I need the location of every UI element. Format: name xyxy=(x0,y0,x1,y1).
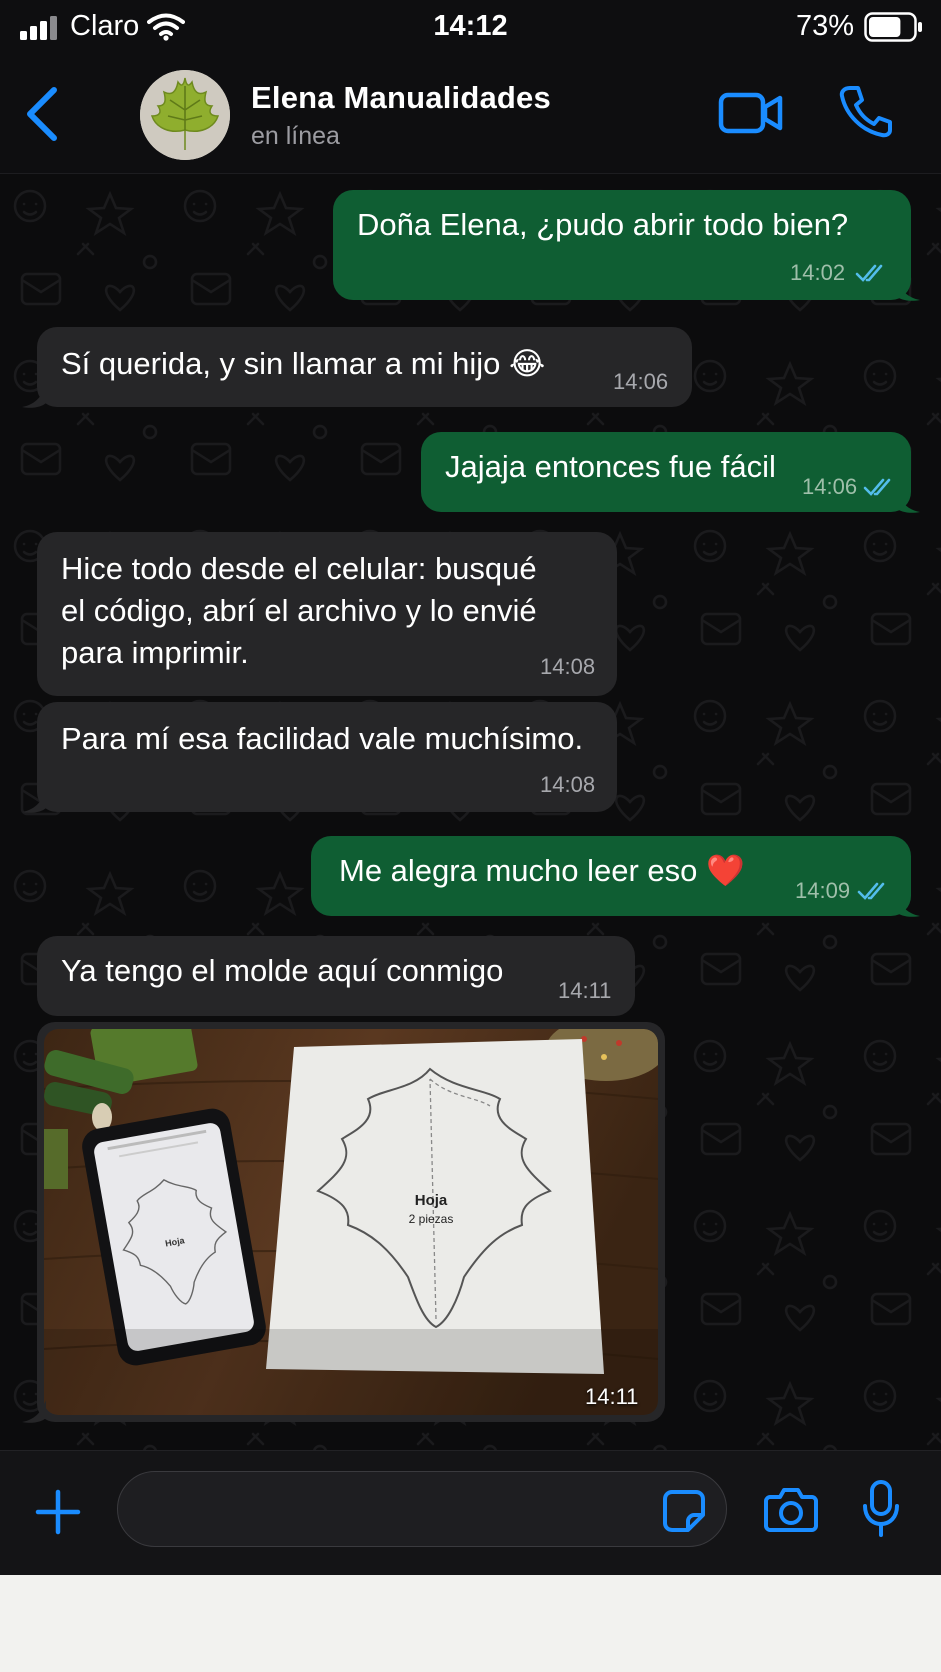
message-time: 14:06 xyxy=(802,474,858,499)
contact-name[interactable]: Elena Manualidades xyxy=(251,80,551,116)
pattern-sublabel: 2 piezas xyxy=(409,1212,454,1226)
read-receipt-icon xyxy=(863,478,891,496)
bubble-tail xyxy=(896,490,920,513)
message-text: Doña Elena, ¿pudo abrir todo bien? xyxy=(357,207,849,242)
bubble-tail xyxy=(22,790,46,813)
phone-call-icon[interactable] xyxy=(838,84,892,138)
message-bubble-incoming[interactable]: Sí querida, y sin llamar a mi hijo 😂 14:… xyxy=(37,327,692,407)
message-bubble-outgoing[interactable]: Me alegra mucho leer eso ❤️ 14:09 xyxy=(311,836,911,916)
avatar[interactable] xyxy=(140,70,230,160)
chat-header: Elena Manualidades en línea xyxy=(0,56,941,174)
message-bubble-incoming[interactable]: Para mí esa facilidad vale muchísimo. 14… xyxy=(37,702,617,812)
read-receipt-icon xyxy=(857,882,885,900)
message-text: Sí querida, y sin llamar a mi hijo 😂 xyxy=(61,346,546,381)
message-line: el código, abrí el archivo y lo envié xyxy=(61,593,537,628)
message-time: 14:06 xyxy=(613,369,669,394)
input-bar xyxy=(0,1450,941,1575)
pattern-label: Hoja xyxy=(415,1192,448,1209)
photo-time: 14:11 xyxy=(585,1384,639,1409)
message-time: 14:02 xyxy=(790,260,846,285)
contact-status: en línea xyxy=(251,122,340,150)
message-time: 14:08 xyxy=(540,772,596,797)
message-time: 14:09 xyxy=(795,878,851,903)
message-time: 14:08 xyxy=(540,654,596,679)
camera-icon[interactable] xyxy=(764,1485,818,1533)
back-icon[interactable] xyxy=(22,86,62,142)
photo-message[interactable]: Hoja 2 piezas Hoja 14:11 xyxy=(37,1022,665,1422)
message-text: Para mí esa facilidad vale muchísimo. xyxy=(61,721,584,756)
message-list[interactable]: Doña Elena, ¿pudo abrir todo bien? 14:02… xyxy=(0,174,941,1450)
message-bubble-outgoing[interactable]: Doña Elena, ¿pudo abrir todo bien? 14:02 xyxy=(333,190,911,300)
message-input[interactable] xyxy=(117,1471,727,1547)
sticker-icon[interactable] xyxy=(662,1489,706,1533)
read-receipt-icon xyxy=(855,264,883,282)
bubble-tail xyxy=(896,278,920,301)
bubble-tail xyxy=(896,894,920,917)
battery-icon xyxy=(864,12,922,42)
message-line: para imprimir. xyxy=(61,635,249,670)
message-text: Jajaja entonces fue fácil xyxy=(445,449,776,484)
chat-screen: Claro 14:12 73% Elena Manualidades en lí… xyxy=(0,0,941,1575)
message-bubble-incoming[interactable]: Hice todo desde el celular: busqué el có… xyxy=(37,532,617,696)
photo-leaf-pattern[interactable]: Hoja 2 piezas Hoja xyxy=(44,1029,658,1415)
message-bubble-outgoing[interactable]: Jajaja entonces fue fácil 14:06 xyxy=(421,432,911,512)
microphone-icon[interactable] xyxy=(861,1479,901,1539)
status-bar: Claro 14:12 73% xyxy=(0,0,941,56)
message-text: Ya tengo el molde aquí conmigo xyxy=(61,953,504,988)
bubble-tail xyxy=(22,385,46,408)
battery-percent: 73% xyxy=(796,10,855,42)
message-text: Me alegra mucho leer eso ❤️ xyxy=(339,853,745,888)
message-line: Hice todo desde el celular: busqué xyxy=(61,551,537,586)
message-bubble-incoming[interactable]: Ya tengo el molde aquí conmigo 14:11 xyxy=(37,936,635,1016)
bubble-tail xyxy=(22,1400,46,1423)
leaf-avatar-icon xyxy=(140,70,230,160)
plus-icon[interactable] xyxy=(35,1489,81,1535)
message-time: 14:11 xyxy=(558,978,612,1003)
video-call-icon[interactable] xyxy=(718,90,784,136)
